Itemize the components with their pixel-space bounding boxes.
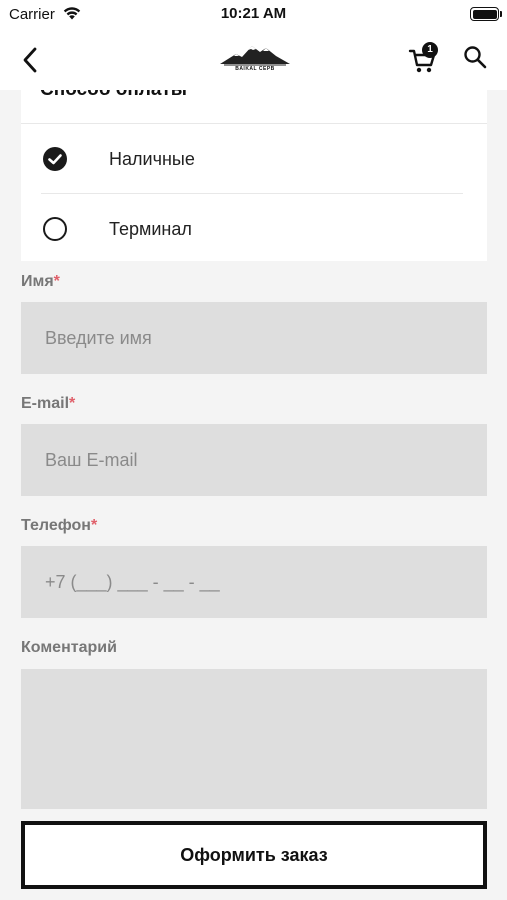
battery-icon — [470, 7, 499, 21]
search-button[interactable] — [462, 44, 492, 74]
comment-textarea[interactable] — [21, 669, 487, 809]
phone-placeholder: +7 (___) ___ - __ - __ — [45, 572, 220, 592]
payment-option-terminal[interactable]: Терминал — [21, 195, 487, 263]
checkout-content[interactable]: Способ оплаты Наличные Терминал Имя* Вве… — [0, 90, 507, 900]
radio-unchecked-icon — [43, 217, 67, 241]
payment-method-title: Способ оплаты — [40, 90, 187, 101]
cart-count-badge: 1 — [422, 42, 438, 58]
logo-text: BAIKAL CEPB — [235, 66, 275, 72]
mountain-logo-icon — [220, 46, 290, 66]
email-field[interactable]: Ваш E-mail — [21, 424, 487, 496]
name-placeholder: Введите имя — [45, 328, 152, 348]
name-field[interactable]: Введите имя — [21, 302, 487, 374]
payment-option-cash[interactable]: Наличные — [21, 125, 487, 193]
required-mark: * — [53, 273, 60, 290]
nav-bar: BAIKAL CEPB 1 — [0, 30, 507, 90]
cart-button[interactable]: 1 — [408, 42, 442, 76]
email-label: E-mail* — [21, 395, 76, 412]
radio-checked-icon — [43, 147, 67, 171]
place-order-button[interactable]: Оформить заказ — [21, 821, 487, 889]
chevron-left-icon — [23, 47, 37, 73]
logo: BAIKAL CEPB — [218, 42, 292, 78]
required-mark: * — [69, 395, 76, 412]
payment-option-label: Наличные — [109, 149, 195, 169]
payment-option-label: Терминал — [109, 219, 192, 239]
clock: 10:21 AM — [220, 5, 287, 22]
required-mark: * — [90, 517, 98, 534]
payment-method-card: Способ оплаты Наличные Терминал — [21, 90, 487, 261]
phone-field[interactable]: +7 (___) ___ - __ - __ — [21, 546, 487, 618]
comment-label: Коментарий — [21, 639, 117, 656]
divider — [21, 123, 487, 124]
search-icon — [464, 46, 487, 69]
name-label: Имя* — [21, 273, 60, 290]
divider — [41, 193, 463, 194]
back-button[interactable] — [14, 42, 46, 78]
email-placeholder: Ваш E-mail — [45, 450, 138, 470]
status-bar: Carrier 10:21 AM — [0, 0, 507, 30]
place-order-label: Оформить заказ — [180, 844, 328, 865]
battery-cap — [500, 11, 502, 17]
phone-label: Телефон* — [21, 517, 98, 534]
